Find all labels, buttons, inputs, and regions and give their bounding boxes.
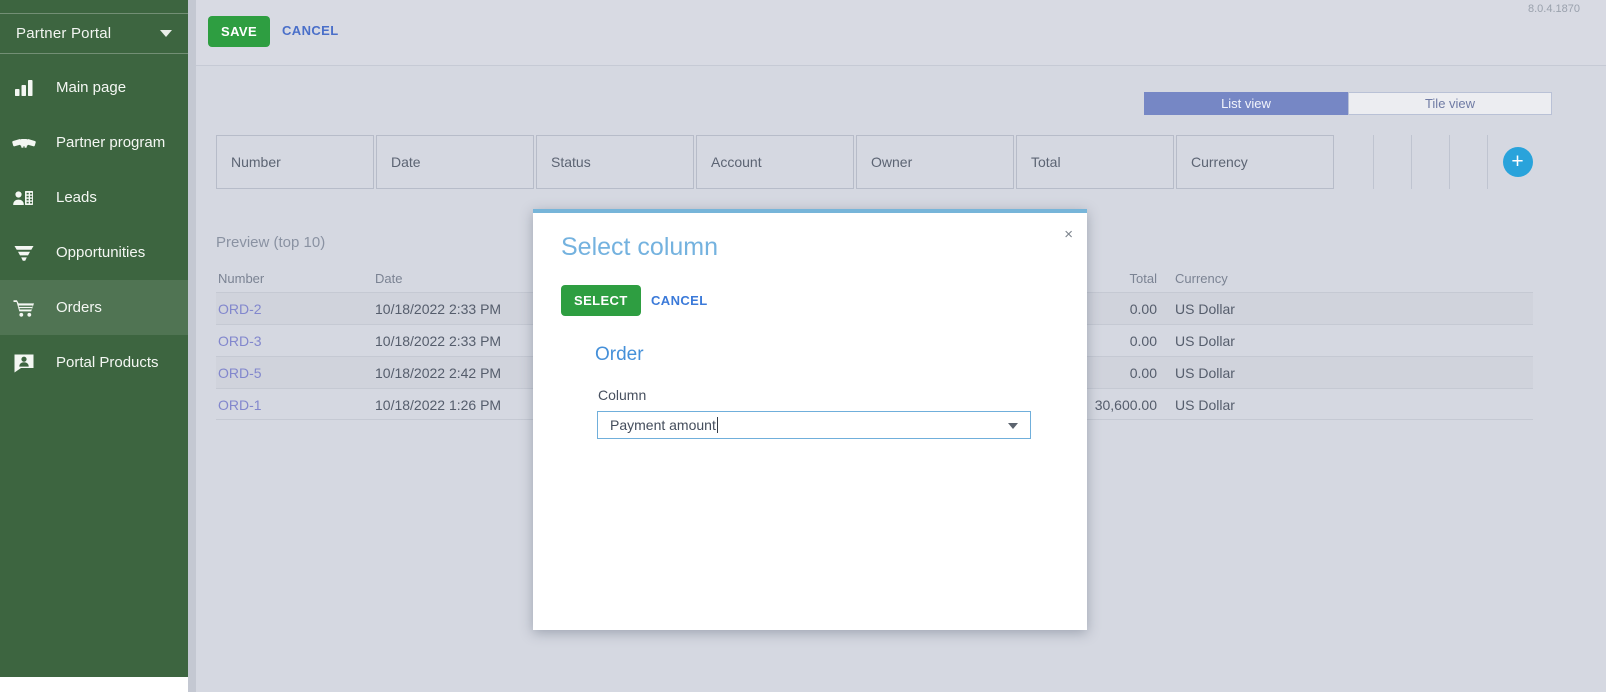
order-date: 10/18/2022 1:26 PM — [375, 397, 502, 413]
sidebar-item-orders[interactable]: Orders — [0, 280, 188, 335]
order-link[interactable]: ORD-1 — [218, 389, 262, 421]
preview-header-date: Date — [375, 271, 403, 286]
close-icon[interactable]: × — [1064, 227, 1073, 242]
section-title: Order — [595, 344, 644, 365]
tile-view-button[interactable]: Tile view — [1348, 92, 1552, 115]
workplace-label: Partner Portal — [16, 25, 112, 42]
preview-header-currency: Currency — [1175, 271, 1228, 286]
empty-column-slot — [1450, 135, 1488, 189]
funnel-icon — [12, 241, 44, 265]
column-header-owner[interactable]: Owner — [856, 135, 1014, 189]
add-column-button[interactable]: + — [1502, 147, 1533, 177]
order-link[interactable]: ORD-3 — [218, 325, 262, 357]
order-link[interactable]: ORD-5 — [218, 357, 262, 389]
empty-column-slot — [1336, 135, 1374, 189]
order-currency: US Dollar — [1175, 301, 1235, 317]
empty-column-slot — [1374, 135, 1412, 189]
order-link[interactable]: ORD-2 — [218, 293, 262, 325]
view-toggle: List view Tile view — [1144, 92, 1552, 115]
leads-icon — [12, 186, 44, 210]
column-header-currency[interactable]: Currency — [1176, 135, 1334, 189]
sidebar-item-label: Main page — [56, 79, 127, 96]
toolbar — [196, 0, 1606, 66]
empty-column-slot — [1412, 135, 1450, 189]
dialog-cancel-button[interactable]: CANCEL — [651, 293, 708, 308]
sidebar-item-main-page[interactable]: Main page — [0, 60, 188, 115]
order-currency: US Dollar — [1175, 333, 1235, 349]
sidebar: Partner Portal Main page Partner program… — [0, 0, 188, 677]
partner-portal-app: Partner Portal Main page Partner program… — [0, 0, 1606, 692]
order-currency: US Dollar — [1175, 397, 1235, 413]
bar-chart-icon — [12, 76, 44, 100]
column-header-account[interactable]: Account — [696, 135, 854, 189]
add-column-cell: + — [1488, 135, 1547, 189]
list-view-button[interactable]: List view — [1144, 92, 1348, 115]
column-header-status[interactable]: Status — [536, 135, 694, 189]
column-setup-header: Number Date Status Account Owner Total C… — [216, 135, 1547, 189]
preview-title: Preview (top 10) — [216, 234, 326, 251]
save-button[interactable]: SAVE — [208, 16, 271, 47]
handshake-icon — [12, 131, 44, 155]
scrollbar-track[interactable] — [188, 0, 196, 692]
column-combobox[interactable]: Payment amount — [597, 411, 1031, 439]
order-date: 10/18/2022 2:42 PM — [375, 365, 502, 381]
select-column-dialog: × Select column SELECT CANCEL Order Colu… — [533, 209, 1087, 630]
workplace-selector[interactable]: Partner Portal — [0, 13, 188, 54]
sidebar-item-label: Partner program — [56, 134, 166, 151]
product-person-icon — [12, 351, 44, 375]
chevron-down-icon — [1008, 423, 1018, 429]
column-field-label: Column — [598, 387, 647, 403]
order-date: 10/18/2022 2:33 PM — [375, 333, 502, 349]
select-button[interactable]: SELECT — [561, 285, 641, 316]
column-header-number[interactable]: Number — [216, 135, 374, 189]
sidebar-item-portal-products[interactable]: Portal Products — [0, 335, 188, 390]
sidebar-item-label: Portal Products — [56, 354, 159, 371]
preview-header-number: Number — [218, 271, 265, 286]
sidebar-nav: Main page Partner program Leads Opportun… — [0, 60, 188, 390]
text-cursor — [716, 417, 718, 433]
version-label: 8.0.4.1870 — [1528, 3, 1580, 15]
sidebar-item-label: Orders — [56, 299, 102, 316]
sidebar-item-label: Opportunities — [56, 244, 146, 261]
sidebar-item-partner-program[interactable]: Partner program — [0, 115, 188, 170]
sidebar-item-opportunities[interactable]: Opportunities — [0, 225, 188, 280]
order-currency: US Dollar — [1175, 365, 1235, 381]
cancel-button[interactable]: CANCEL — [282, 23, 339, 38]
sidebar-item-leads[interactable]: Leads — [0, 170, 188, 225]
dialog-title: Select column — [561, 233, 719, 261]
order-date: 10/18/2022 2:33 PM — [375, 301, 502, 317]
cart-icon — [12, 296, 44, 320]
sidebar-item-label: Leads — [56, 189, 97, 206]
column-combobox-value: Payment amount — [610, 417, 716, 433]
column-header-date[interactable]: Date — [376, 135, 534, 189]
column-header-total[interactable]: Total — [1016, 135, 1174, 189]
chevron-down-icon — [160, 30, 172, 37]
